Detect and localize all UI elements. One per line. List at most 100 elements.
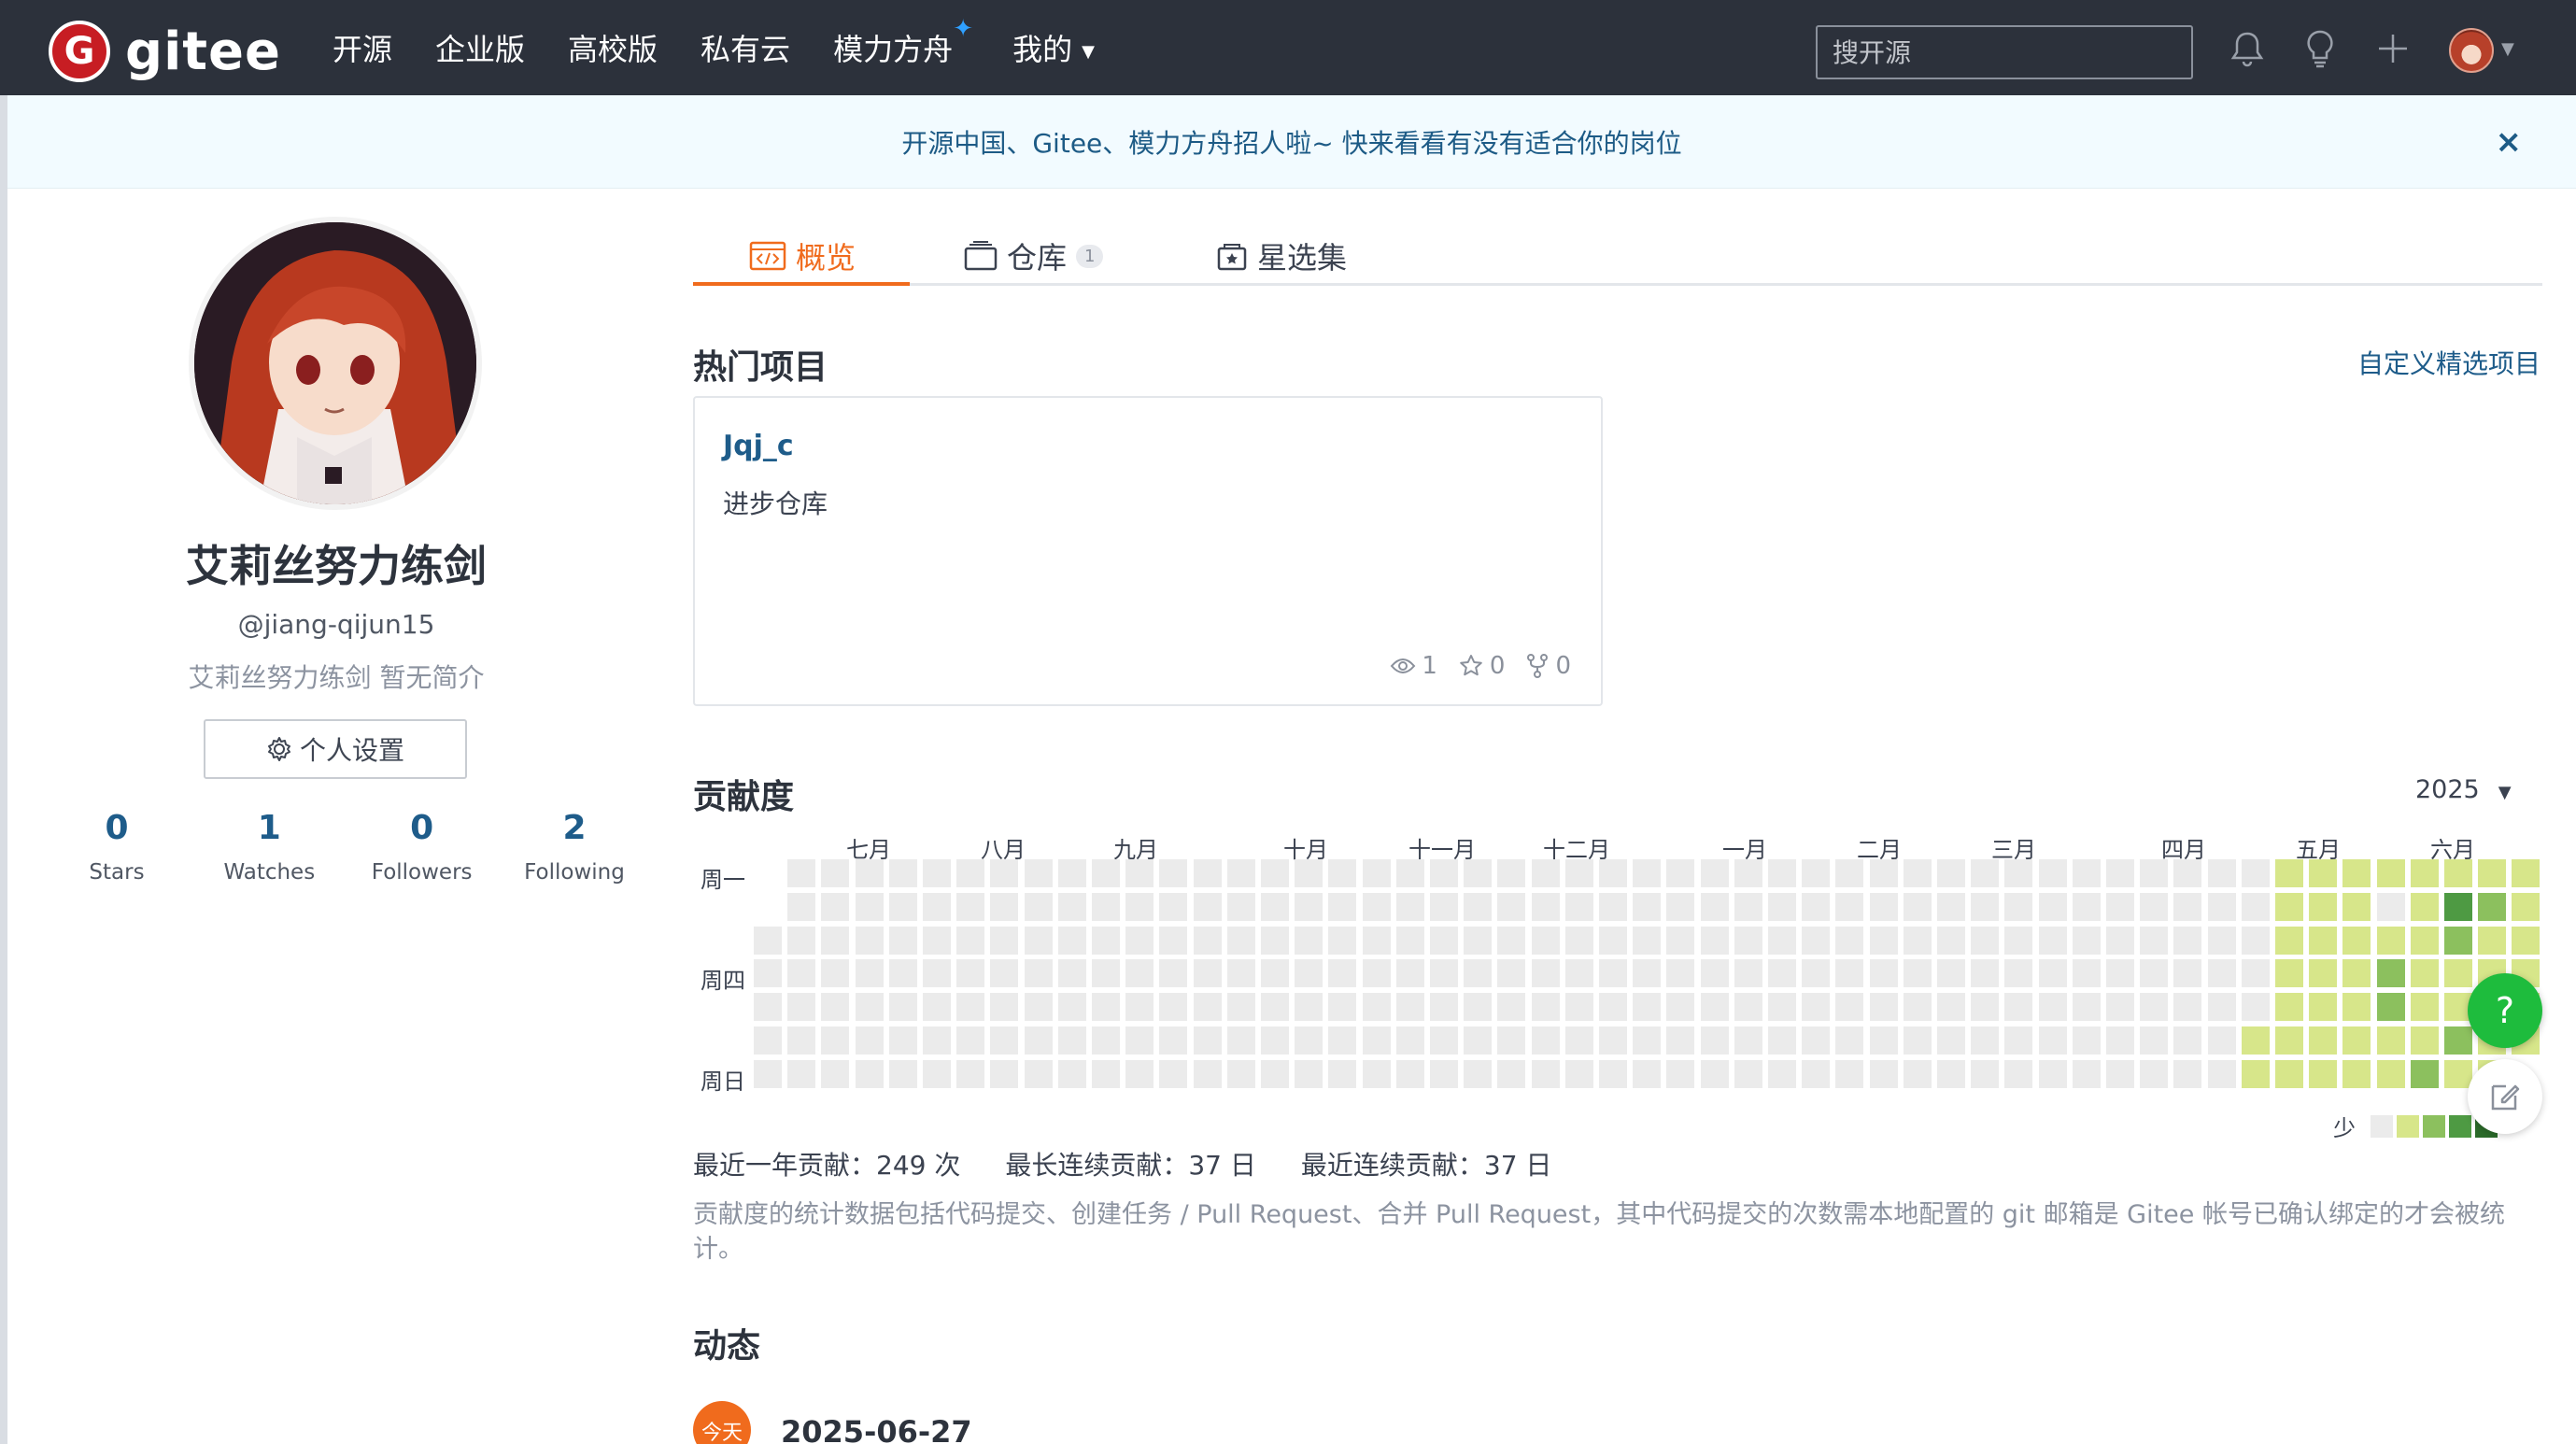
contribution-cell[interactable] <box>1869 892 1898 921</box>
contribution-cell[interactable] <box>1261 1059 1289 1088</box>
contribution-cell[interactable] <box>2072 1059 2101 1088</box>
contribution-cell[interactable] <box>888 926 917 955</box>
contribution-cell[interactable] <box>1564 892 1593 921</box>
contribution-cell[interactable] <box>2410 959 2439 988</box>
contribution-cell[interactable] <box>1869 859 1898 887</box>
contribution-cell[interactable] <box>821 1059 850 1088</box>
contribution-cell[interactable] <box>1835 1059 1864 1088</box>
project-card[interactable]: Jqj_c 进步仓库 1 0 0 <box>693 396 1603 706</box>
contribution-cell[interactable] <box>2140 1026 2169 1055</box>
contribution-cell[interactable] <box>1226 1059 1255 1088</box>
contribution-cell[interactable] <box>990 859 1019 887</box>
contribution-cell[interactable] <box>1226 993 1255 1022</box>
contribution-cell[interactable] <box>1395 993 1424 1022</box>
contribution-cell[interactable] <box>1193 926 1222 955</box>
contribution-cell[interactable] <box>888 1026 917 1055</box>
contribution-cell[interactable] <box>1666 1026 1695 1055</box>
stat-following[interactable]: 2 Following <box>514 809 635 885</box>
contribution-cell[interactable] <box>1633 859 1662 887</box>
contribution-cell[interactable] <box>1869 993 1898 1022</box>
contribution-cell[interactable] <box>1092 859 1120 887</box>
contribution-cell[interactable] <box>1193 859 1222 887</box>
contribution-cell[interactable] <box>2342 892 2371 921</box>
contribution-cell[interactable] <box>1700 926 1729 955</box>
contribution-cell[interactable] <box>1057 959 1086 988</box>
contribution-cell[interactable] <box>2004 1026 2033 1055</box>
contribution-cell[interactable] <box>1024 926 1053 955</box>
contribution-cell[interactable] <box>1092 926 1120 955</box>
contribution-cell[interactable] <box>1226 959 1255 988</box>
contribution-cell[interactable] <box>2512 859 2541 887</box>
contribution-cell[interactable] <box>1700 959 1729 988</box>
contribution-cell[interactable] <box>821 993 850 1022</box>
contribution-cell[interactable] <box>2275 959 2303 988</box>
project-watch-stat[interactable]: 1 <box>1390 652 1437 680</box>
contribution-cell[interactable] <box>2410 892 2439 921</box>
contribution-cell[interactable] <box>787 959 816 988</box>
contribution-cell[interactable] <box>1531 993 1560 1022</box>
contribution-cell[interactable] <box>2038 926 2067 955</box>
contribution-cell[interactable] <box>2038 959 2067 988</box>
contribution-cell[interactable] <box>1903 892 1932 921</box>
contribution-cell[interactable] <box>1024 1059 1053 1088</box>
contribution-cell[interactable] <box>2376 993 2405 1022</box>
contribution-cell[interactable] <box>2376 1026 2405 1055</box>
contribution-cell[interactable] <box>1159 859 1188 887</box>
contribution-cell[interactable] <box>2444 959 2472 988</box>
contribution-cell[interactable] <box>2342 926 2371 955</box>
contribution-cell[interactable] <box>1057 926 1086 955</box>
contribution-cell[interactable] <box>2173 1059 2202 1088</box>
contribution-cell[interactable] <box>1362 859 1391 887</box>
contribution-cell[interactable] <box>1768 1059 1796 1088</box>
contribution-cell[interactable] <box>2342 1059 2371 1088</box>
contribution-cell[interactable] <box>1261 859 1289 887</box>
contribution-cell[interactable] <box>2309 892 2338 921</box>
contribution-cell[interactable] <box>1159 1059 1188 1088</box>
contribution-cell[interactable] <box>1362 959 1391 988</box>
tab-overview[interactable]: 概览 <box>749 226 856 286</box>
contribution-cell[interactable] <box>923 993 951 1022</box>
contribution-cell[interactable] <box>1057 1026 1086 1055</box>
nav-private-cloud[interactable]: 私有云 <box>701 26 790 69</box>
contribution-cell[interactable] <box>1328 959 1357 988</box>
contribution-cell[interactable] <box>2140 892 2169 921</box>
contribution-cell[interactable] <box>2342 993 2371 1022</box>
contribution-cell[interactable] <box>2275 993 2303 1022</box>
contribution-cell[interactable] <box>2140 926 2169 955</box>
contribution-cell[interactable] <box>1971 892 2000 921</box>
contribution-cell[interactable] <box>1092 993 1120 1022</box>
contribution-cell[interactable] <box>2038 1026 2067 1055</box>
contribution-cell[interactable] <box>1564 993 1593 1022</box>
contribution-cell[interactable] <box>1802 1059 1831 1088</box>
contribution-cell[interactable] <box>1700 892 1729 921</box>
contribution-cell[interactable] <box>2241 892 2270 921</box>
contribution-cell[interactable] <box>2241 926 2270 955</box>
contribution-cell[interactable] <box>1869 959 1898 988</box>
contribution-cell[interactable] <box>1125 892 1154 921</box>
contribution-cell[interactable] <box>1835 959 1864 988</box>
contribution-cell[interactable] <box>1464 1026 1493 1055</box>
contribution-cell[interactable] <box>888 1059 917 1088</box>
contribution-cell[interactable] <box>2410 1059 2439 1088</box>
contribution-cell[interactable] <box>2173 926 2202 955</box>
contribution-cell[interactable] <box>1633 926 1662 955</box>
contribution-cell[interactable] <box>956 959 985 988</box>
contribution-cell[interactable] <box>2173 859 2202 887</box>
contribution-cell[interactable] <box>2106 892 2134 921</box>
contribution-cell[interactable] <box>1057 1059 1086 1088</box>
contribution-cell[interactable] <box>1599 859 1627 887</box>
contribution-cell[interactable] <box>923 1026 951 1055</box>
contribution-cell[interactable] <box>1633 993 1662 1022</box>
contribution-cell[interactable] <box>2072 1026 2101 1055</box>
contribution-cell[interactable] <box>1633 959 1662 988</box>
contribution-cell[interactable] <box>2004 959 2033 988</box>
contribution-cell[interactable] <box>1700 993 1729 1022</box>
contribution-cell[interactable] <box>1430 892 1458 921</box>
contribution-cell[interactable] <box>855 1059 884 1088</box>
contribution-cell[interactable] <box>1295 926 1323 955</box>
contribution-cell[interactable] <box>1464 892 1493 921</box>
contribution-cell[interactable] <box>1125 959 1154 988</box>
customize-featured-link[interactable]: 自定义精选项目 <box>2357 344 2541 381</box>
feedback-edit-button[interactable] <box>2468 1059 2542 1134</box>
contribution-cell[interactable] <box>1430 926 1458 955</box>
